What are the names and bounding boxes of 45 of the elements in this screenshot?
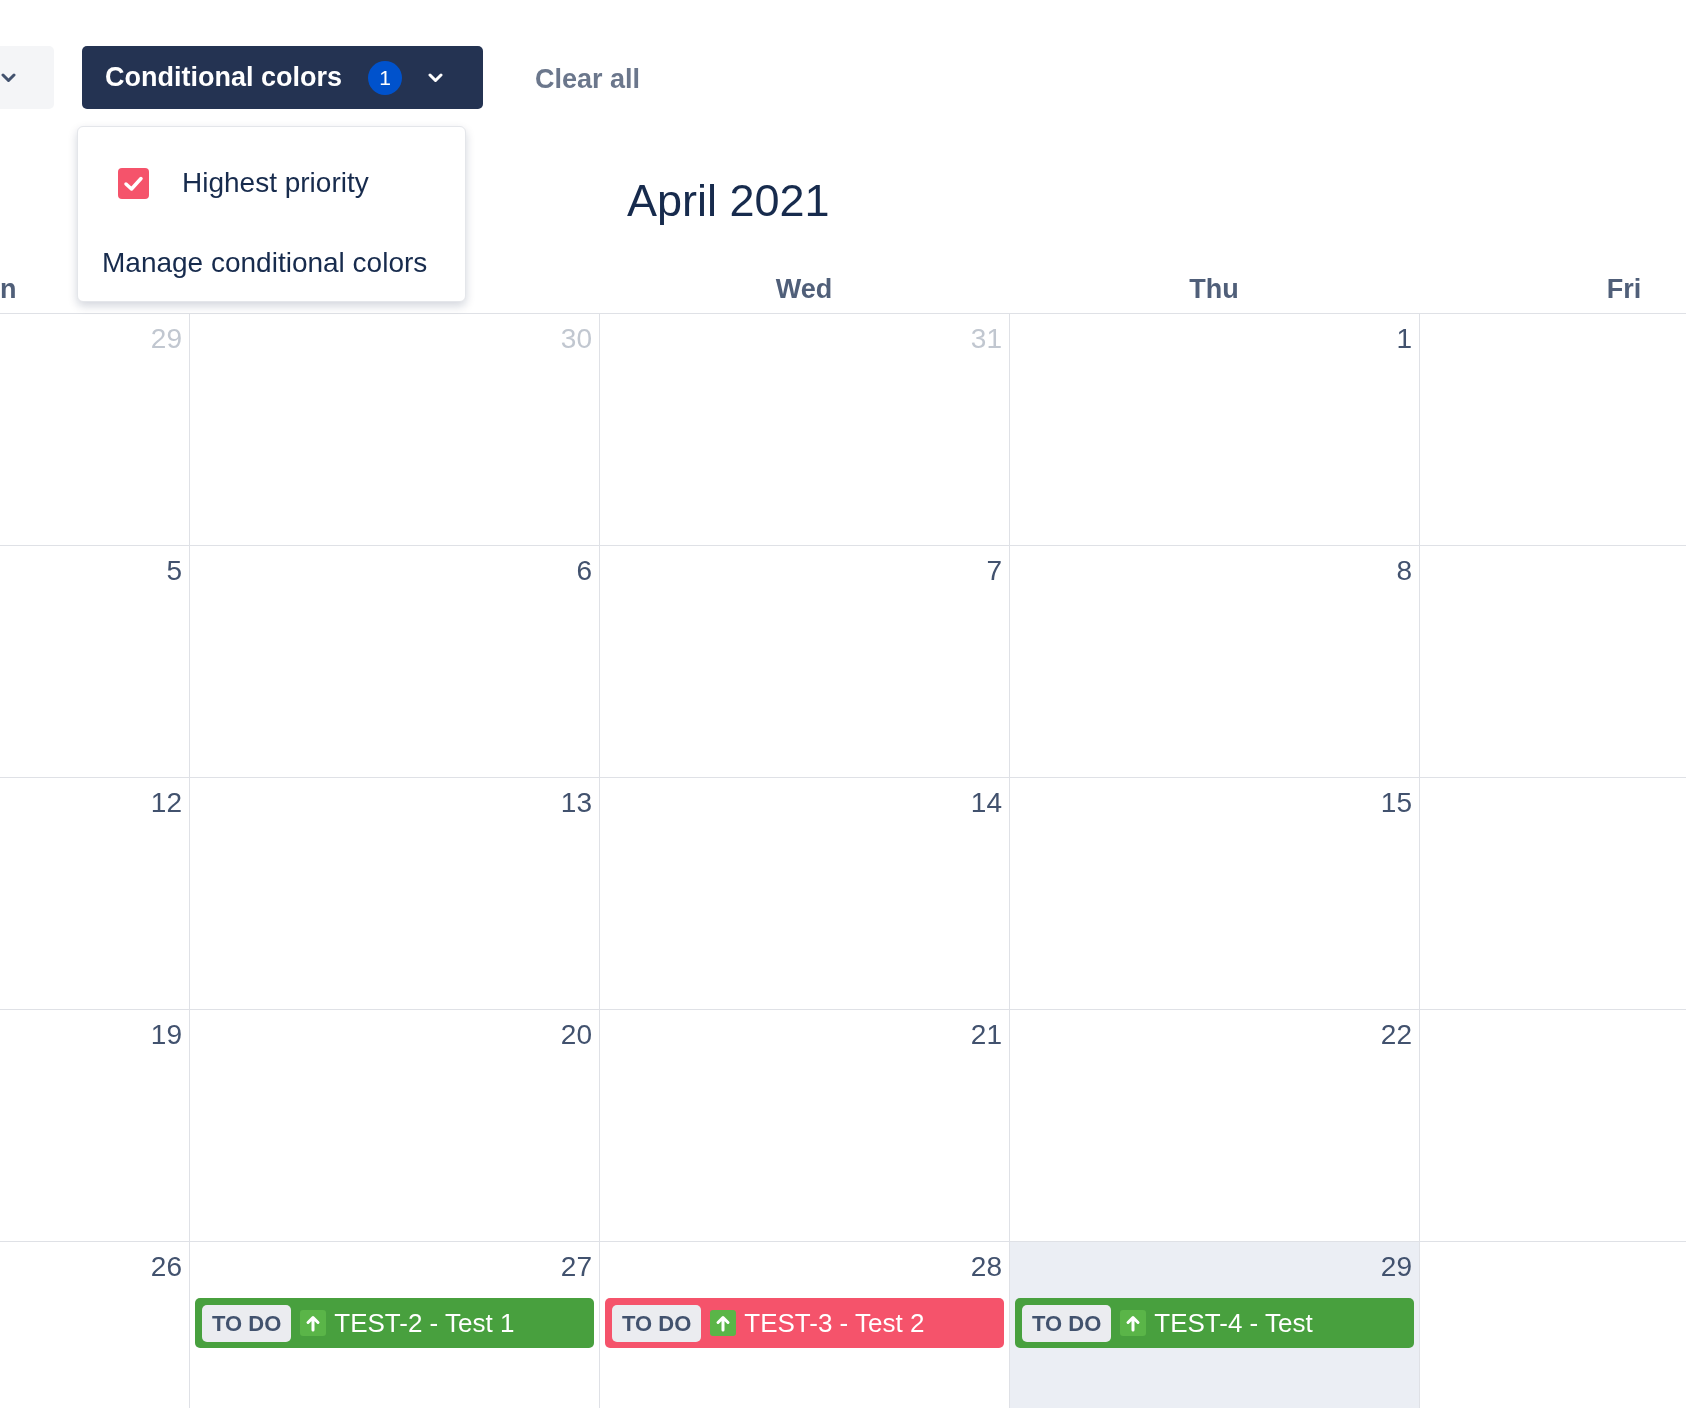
status-lozenge: TO DO: [1022, 1304, 1112, 1342]
weekday-header: n: [0, 274, 17, 304]
date-number: 14: [970, 787, 1002, 819]
count-badge: 1: [368, 60, 402, 95]
event-title: TEST-3 - Test 2: [744, 1306, 925, 1340]
date-number: 28: [970, 1251, 1002, 1283]
date-number: 19: [150, 1019, 182, 1051]
arrow-up-icon: [1120, 1310, 1147, 1336]
event-bar[interactable]: TO DO TEST-2 - Test 1: [195, 1298, 594, 1348]
event-bar[interactable]: TO DO TEST-4 - Test: [1015, 1298, 1414, 1348]
chevron-down-icon: [1, 72, 16, 83]
status-lozenge: TO DO: [202, 1304, 292, 1342]
event-bar[interactable]: TO DO TEST-3 - Test 2: [605, 1298, 1004, 1348]
chevron-down-icon: [428, 72, 443, 83]
arrow-up-icon: [300, 1310, 327, 1336]
date-number: 20: [560, 1019, 592, 1051]
manage-colors-link[interactable]: Manage conditional colors: [102, 247, 428, 279]
status-lozenge: TO DO: [612, 1304, 702, 1342]
weekday-header: Fri: [1606, 274, 1642, 304]
date-number: 21: [970, 1019, 1002, 1051]
date-number: 15: [1380, 787, 1412, 819]
date-number: 30: [560, 323, 592, 355]
weekday-header: Wed: [775, 274, 833, 304]
arrow-up-icon: [710, 1310, 737, 1336]
date-number: 27: [560, 1251, 592, 1283]
clear-all-button[interactable]: Clear all: [535, 58, 641, 100]
date-number: 7: [986, 555, 1002, 587]
event-title: TEST-4 - Test: [1154, 1306, 1313, 1340]
date-number: 8: [1396, 555, 1412, 587]
date-number: 13: [560, 787, 592, 819]
date-number: 22: [1380, 1019, 1412, 1051]
date-number: 1: [1396, 323, 1412, 355]
menu-item[interactable]: Highest priority: [118, 167, 369, 199]
month-title: April 2021: [627, 175, 830, 227]
date-number: 29: [150, 323, 182, 355]
date-number: 6: [576, 555, 592, 587]
checkbox[interactable]: [118, 167, 149, 199]
date-number: 12: [150, 787, 182, 819]
event-title: TEST-2 - Test 1: [334, 1306, 515, 1340]
conditional-colors-button[interactable]: Conditional colors 1: [82, 46, 483, 109]
date-number: 31: [970, 323, 1002, 355]
date-number: 29: [1380, 1251, 1412, 1283]
weekday-header: Thu: [1189, 274, 1239, 304]
date-number: 5: [166, 555, 182, 587]
date-number: 26: [150, 1251, 182, 1283]
